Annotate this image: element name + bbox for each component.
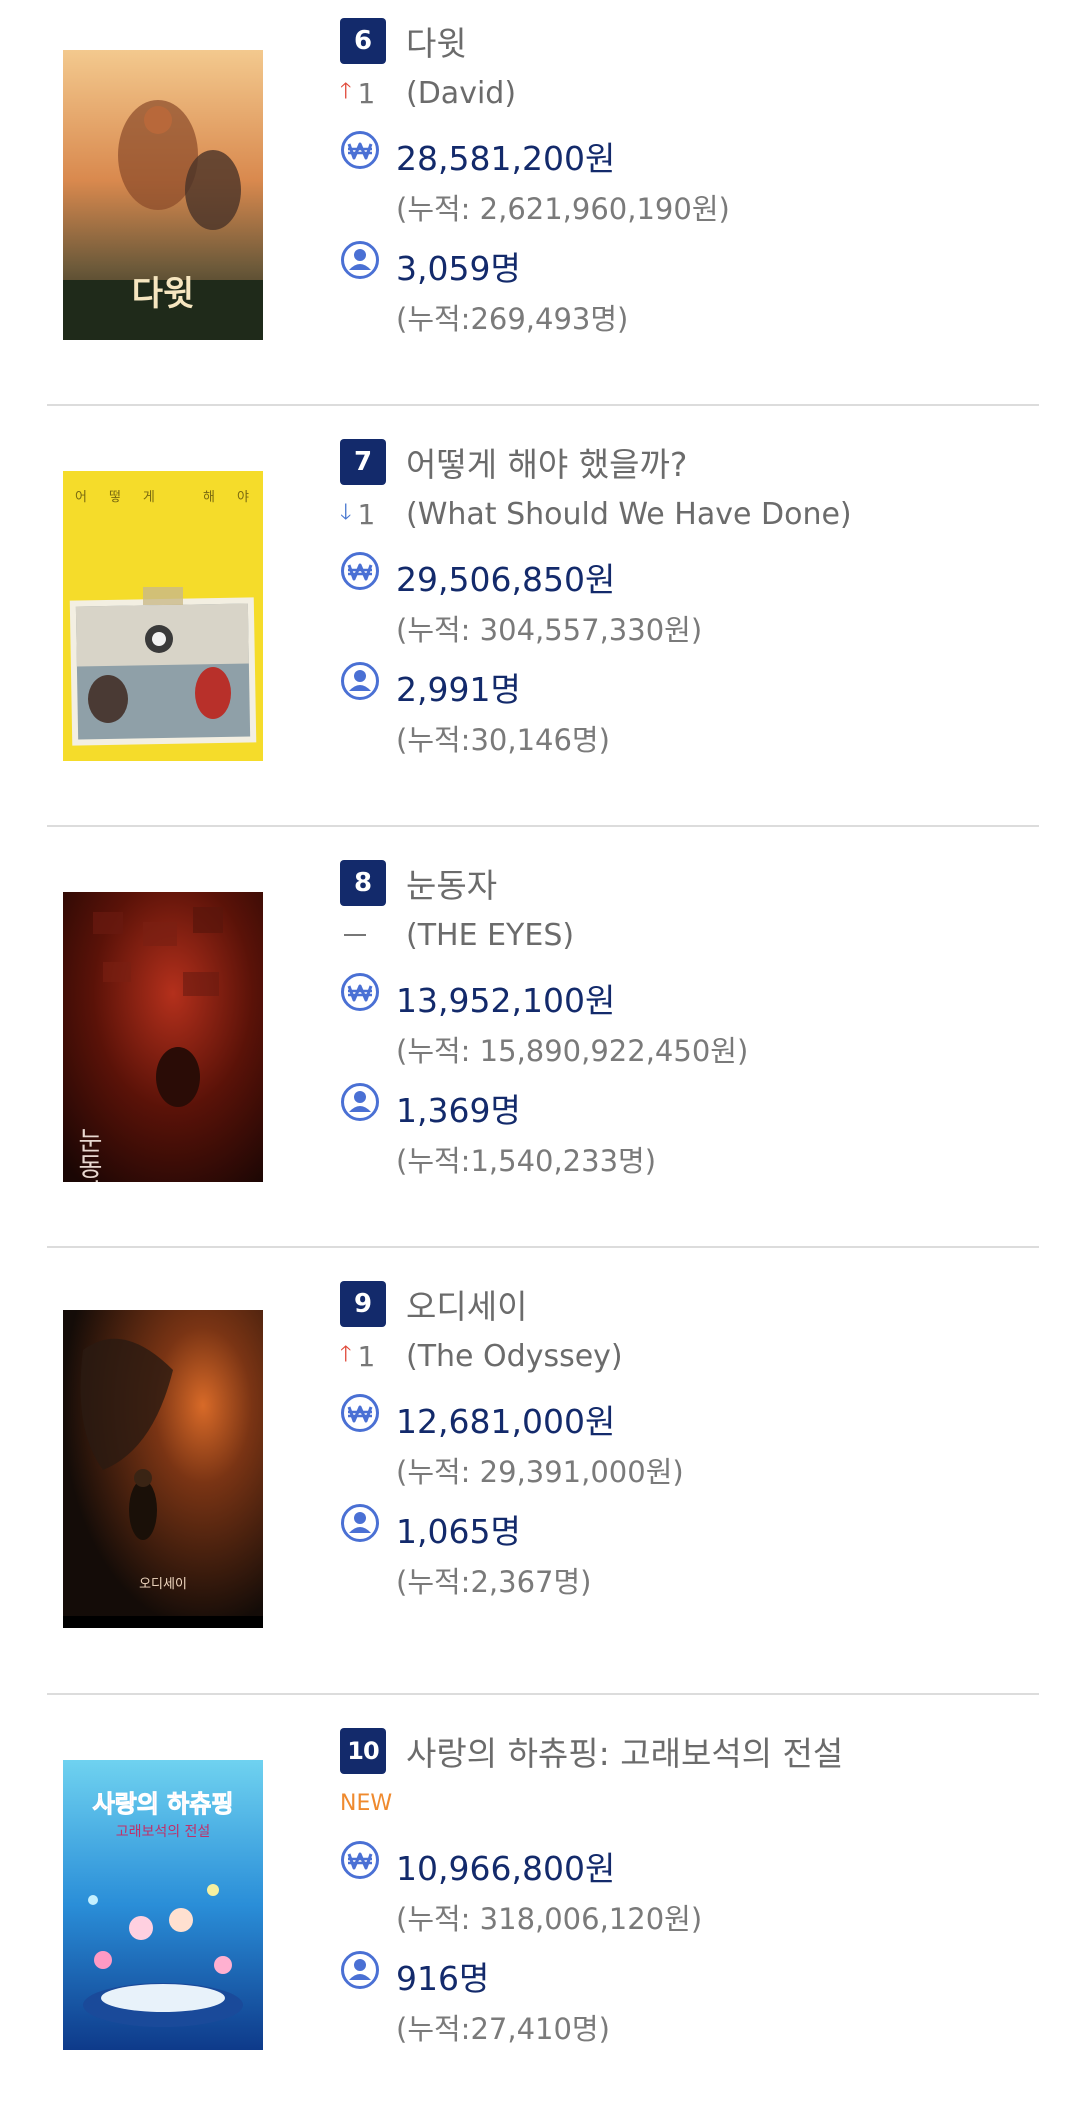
poster-image-david: 다윗 [63, 50, 263, 340]
movie-entry[interactable]: 오디세이 9 오디세이 🡑 1 (The Odyssey) 12,681,000… [0, 1263, 1080, 1709]
movie-entry[interactable]: 사랑의 하츄핑 고래보석의 전설 10 사랑의 하츄핑: 고래보석의 전설 NE… [0, 1710, 1080, 2104]
movie-poster[interactable]: 다윗 [63, 50, 263, 340]
won-coin-icon [340, 551, 380, 591]
cumulative-sales: (누적: 318,006,120원) [396, 1902, 703, 1936]
daily-sales: 12,681,000원 [396, 1402, 616, 1441]
rank-badge: 9 [340, 1281, 386, 1327]
daily-audience: 1,369명 [396, 1091, 521, 1130]
daily-sales: 29,506,850원 [396, 560, 616, 599]
arrow-down-icon: 🡓 [340, 500, 352, 525]
movie-poster[interactable]: 눈동자 [63, 892, 263, 1182]
movie-title-english: (David) [406, 75, 517, 111]
rank-badge: 7 [340, 439, 386, 485]
divider [47, 1246, 1039, 1248]
movie-entry[interactable]: 눈동자 8 눈동자 (THE EYES) 13,952,100원 (누적: 15… [0, 842, 1080, 1262]
won-coin-icon [340, 1840, 380, 1880]
arrow-up-icon: 🡑 [340, 79, 352, 104]
person-circle-icon [340, 1503, 380, 1543]
won-coin-icon [340, 972, 380, 1012]
cumulative-audience: (누적:27,410명) [396, 2012, 610, 2046]
cumulative-audience: (누적:269,493명) [396, 302, 629, 336]
divider [47, 404, 1039, 406]
rank-change [340, 934, 406, 936]
daily-sales: 10,966,800원 [396, 1849, 616, 1888]
rank-change: 🡑 1 [340, 1337, 406, 1375]
won-coin-icon [340, 130, 380, 170]
svg-text:고래보석의 전설: 고래보석의 전설 [116, 1824, 211, 1840]
rank-badge: 10 [340, 1728, 386, 1774]
rank-change-amount: 1 [357, 497, 376, 531]
rank-badge: 8 [340, 860, 386, 906]
cumulative-sales: (누적: 2,621,960,190원) [396, 192, 730, 226]
svg-text:어떻게 해야 했을까?: 어떻게 해야 했을까? [75, 489, 263, 505]
daily-audience: 916명 [396, 1959, 490, 1998]
daily-audience: 3,059명 [396, 249, 521, 288]
poster-image-what-should-we-have-done: 어떻게 해야 했을까? [63, 471, 263, 761]
divider [47, 825, 1039, 827]
svg-text:눈동자: 눈동자 [73, 1127, 103, 1182]
divider [47, 1693, 1039, 1695]
daily-audience: 2,991명 [396, 670, 521, 709]
daily-audience: 1,065명 [396, 1512, 521, 1551]
cumulative-audience: (누적:2,367명) [396, 1565, 592, 1599]
cumulative-audience: (누적:30,146명) [396, 723, 610, 757]
svg-text:다윗: 다윗 [132, 274, 195, 314]
poster-image-the-eyes: 눈동자 [63, 892, 263, 1182]
cumulative-sales: (누적: 29,391,000원) [396, 1455, 684, 1489]
rank-change: 🡓 1 [340, 495, 406, 533]
rank-change-amount: 1 [357, 1339, 376, 1373]
dash-icon [344, 934, 366, 936]
person-circle-icon [340, 661, 380, 701]
movie-title[interactable]: 사랑의 하츄핑: 고래보석의 전설 [406, 1727, 843, 1775]
daily-sales: 13,952,100원 [396, 981, 616, 1020]
person-circle-icon [340, 1950, 380, 1990]
movie-title[interactable]: 눈동자 [406, 859, 497, 907]
movie-title-english: (The Odyssey) [406, 1338, 623, 1374]
rank-change: 🡑 1 [340, 74, 406, 112]
poster-image-the-odyssey: 오디세이 [63, 1310, 263, 1628]
cumulative-audience: (누적:1,540,233명) [396, 1144, 657, 1178]
rank-change-amount: 1 [357, 76, 376, 110]
cumulative-sales: (누적: 304,557,330원) [396, 613, 703, 647]
svg-text:사랑의 하츄핑: 사랑의 하츄핑 [93, 1790, 234, 1818]
movie-title-english: (THE EYES) [406, 917, 575, 953]
poster-image-hachuping: 사랑의 하츄핑 고래보석의 전설 [63, 1760, 263, 2050]
svg-text:오디세이: 오디세이 [139, 1577, 187, 1592]
movie-poster[interactable]: 어떻게 해야 했을까? [63, 471, 263, 761]
movie-poster[interactable]: 오디세이 [63, 1310, 263, 1628]
arrow-up-icon: 🡑 [340, 1342, 352, 1367]
movie-title[interactable]: 어떻게 해야 했을까? [406, 438, 687, 486]
movie-entry[interactable]: 어떻게 해야 했을까? 7 어떻게 해야 했을까? 🡓 1 (What Shou… [0, 421, 1080, 841]
movie-entry[interactable]: 다윗 6 다윗 🡑 1 (David) 28,581,200원 (누적: 2,6… [0, 0, 1080, 420]
daily-sales: 28,581,200원 [396, 139, 616, 178]
movie-title[interactable]: 오디세이 [406, 1280, 527, 1328]
movie-title[interactable]: 다윗 [406, 17, 467, 65]
person-circle-icon [340, 1082, 380, 1122]
movie-poster[interactable]: 사랑의 하츄핑 고래보석의 전설 [63, 1760, 263, 2050]
won-coin-icon [340, 1393, 380, 1433]
person-circle-icon [340, 240, 380, 280]
new-badge: NEW [340, 1790, 393, 1816]
cumulative-sales: (누적: 15,890,922,450원) [396, 1034, 749, 1068]
rank-badge: 6 [340, 18, 386, 64]
movie-title-english: (What Should We Have Done) [406, 496, 852, 532]
